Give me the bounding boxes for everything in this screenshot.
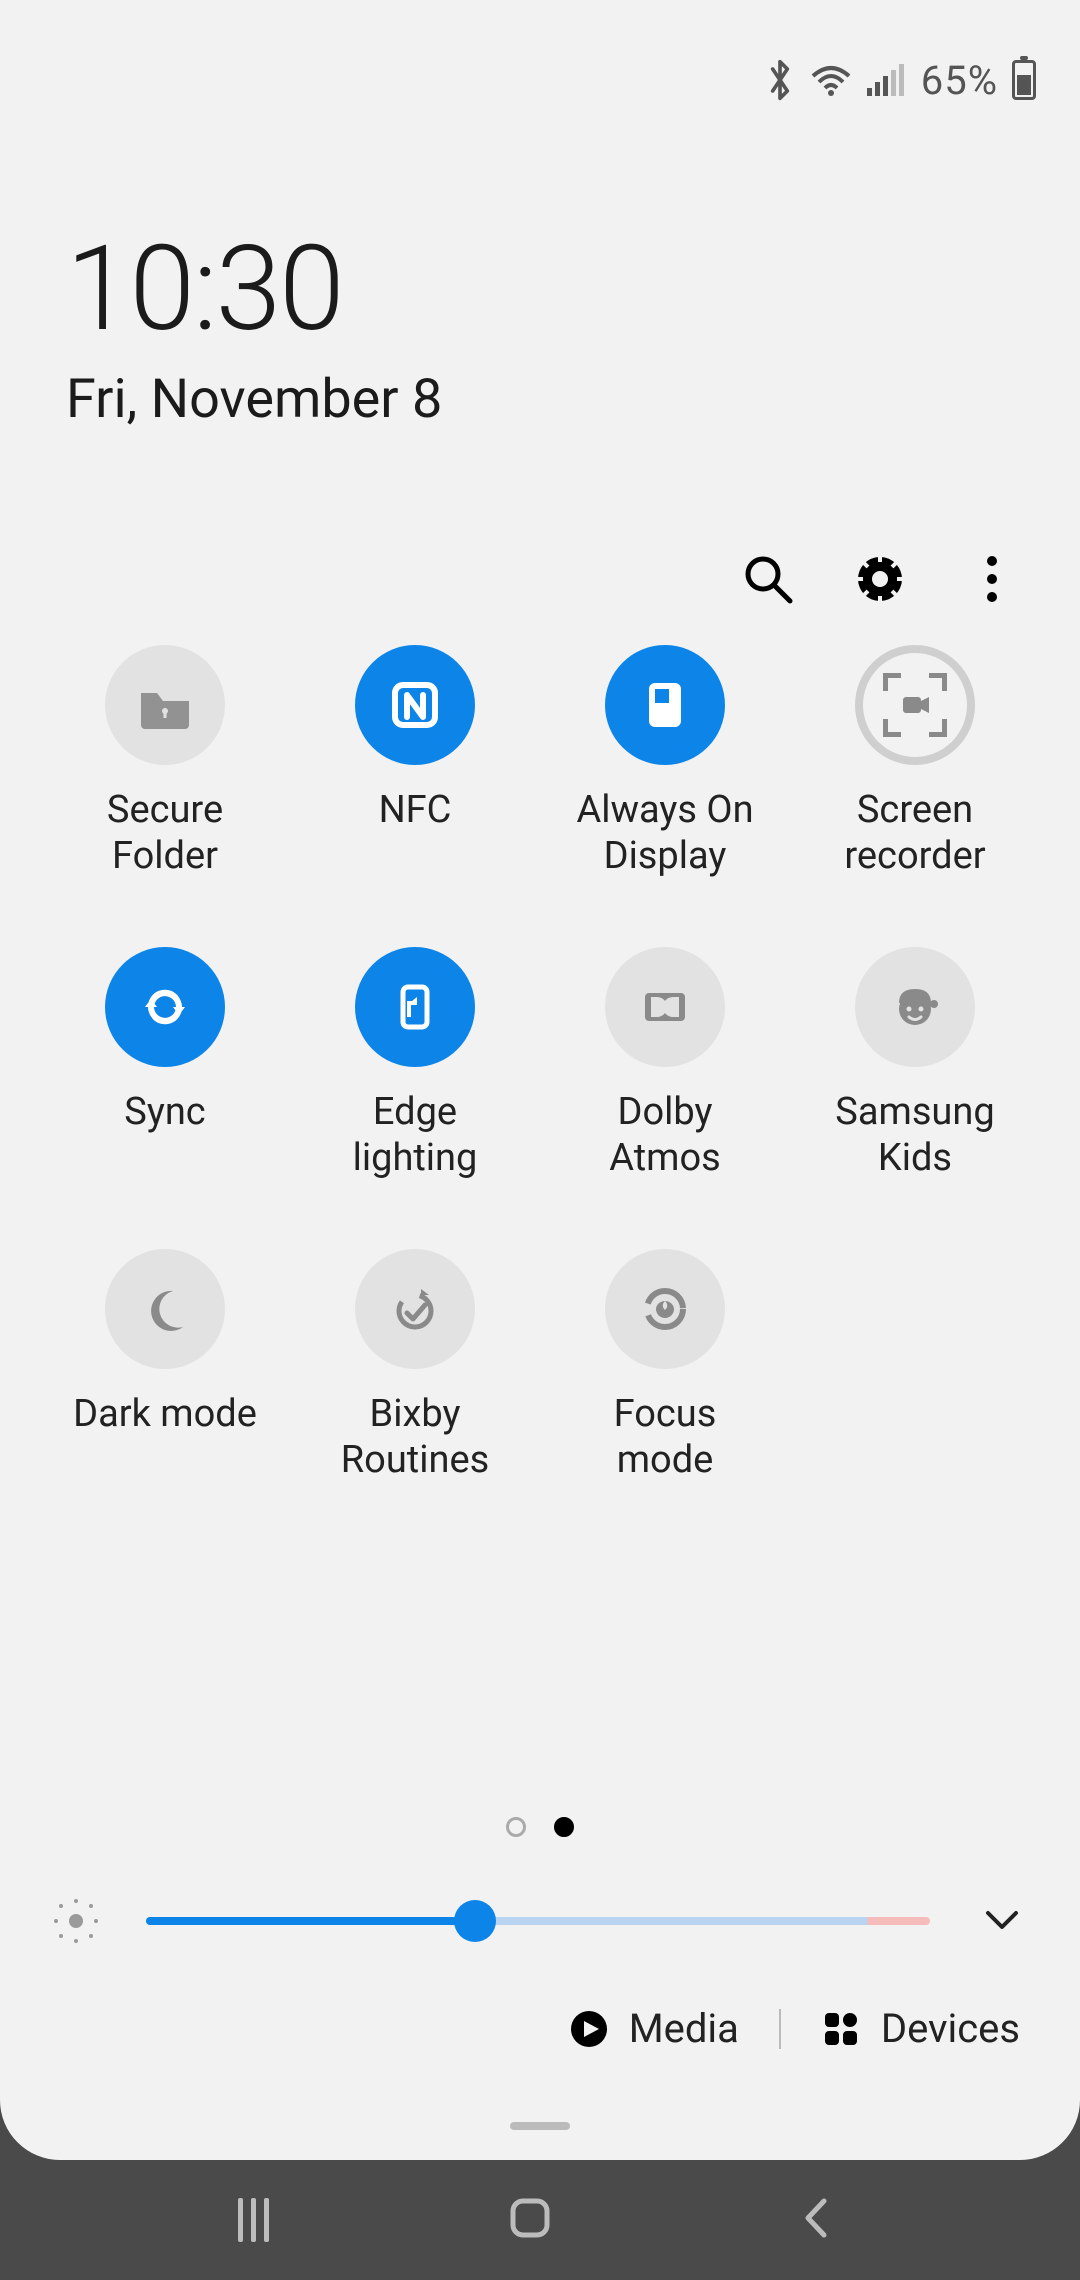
kids-icon <box>855 947 975 1067</box>
devices-label: Devices <box>881 2005 1020 2052</box>
quick-tiles-grid: Secure Folder NFC Always On Display Screen … <box>0 637 1080 1509</box>
screen-recorder-icon <box>855 645 975 765</box>
datetime-block[interactable]: 10:30 Fri, November 8 <box>0 160 1080 431</box>
tile-label: NFC <box>379 787 452 833</box>
battery-icon <box>1012 60 1036 100</box>
tile-label: Focus mode <box>614 1391 717 1484</box>
wifi-icon <box>809 62 853 98</box>
signal-icon <box>867 62 907 98</box>
nfc-icon <box>355 645 475 765</box>
back-button[interactable] <box>792 2193 842 2247</box>
tile-bixby[interactable]: Bixby Routines <box>290 1249 540 1509</box>
brightness-thumb[interactable] <box>454 1900 496 1942</box>
media-label: Media <box>629 2005 739 2052</box>
tile-label: Secure Folder <box>107 787 223 880</box>
play-circle-icon <box>569 2009 609 2049</box>
gear-icon <box>855 554 905 604</box>
system-nav-bar <box>0 2160 1080 2280</box>
recents-button[interactable] <box>238 2198 269 2242</box>
tile-sync[interactable]: Sync <box>40 947 290 1207</box>
tile-label: Samsung Kids <box>835 1089 994 1182</box>
bixby-icon <box>355 1249 475 1369</box>
brightness-slider[interactable] <box>146 1901 930 1941</box>
page-dot[interactable] <box>506 1817 526 1837</box>
focus-icon <box>605 1249 725 1369</box>
settings-button[interactable] <box>852 551 908 607</box>
page-indicator[interactable] <box>0 1817 1080 1897</box>
clock-time: 10:30 <box>66 220 1014 358</box>
dark-mode-icon <box>105 1249 225 1369</box>
tile-edge-lighting[interactable]: Edge lighting <box>290 947 540 1207</box>
recents-icon <box>238 2198 269 2242</box>
battery-text: 65% <box>921 57 998 104</box>
tile-kids[interactable]: Samsung Kids <box>790 947 1040 1207</box>
sync-icon <box>105 947 225 1067</box>
quick-settings-panel: 65% 10:30 Fri, November 8 Secure Folder N… <box>0 0 1080 2160</box>
more-button[interactable] <box>964 551 1020 607</box>
always-on-icon <box>605 645 725 765</box>
search-icon <box>742 553 794 605</box>
secure-folder-icon <box>105 645 225 765</box>
tile-label: Screen recorder <box>844 787 985 880</box>
tile-label: Bixby Routines <box>341 1391 489 1484</box>
edge-lighting-icon <box>355 947 475 1067</box>
tile-secure-folder[interactable]: Secure Folder <box>40 645 290 905</box>
tile-dolby[interactable]: Dolby Atmos <box>540 947 790 1207</box>
dolby-icon <box>605 947 725 1067</box>
status-bar: 65% <box>0 0 1080 160</box>
clock-date: Fri, November 8 <box>66 368 1014 431</box>
tile-always-on[interactable]: Always On Display <box>540 645 790 905</box>
tile-screen-recorder[interactable]: Screen recorder <box>790 645 1040 905</box>
search-button[interactable] <box>740 551 796 607</box>
panel-footer: Media Devices <box>0 2005 1080 2122</box>
more-icon <box>987 556 997 602</box>
tile-focus[interactable]: Focus mode <box>540 1249 790 1509</box>
bluetooth-icon <box>765 58 795 102</box>
tile-dark-mode[interactable]: Dark mode <box>40 1249 290 1509</box>
chevron-down-icon <box>980 1897 1024 1941</box>
tile-label: Always On Display <box>576 787 753 880</box>
devices-icon <box>821 2009 861 2049</box>
footer-separator <box>779 2009 781 2049</box>
page-dot[interactable] <box>554 1817 574 1837</box>
tile-label: Sync <box>124 1089 205 1135</box>
tile-label: Edge lighting <box>353 1089 478 1182</box>
tile-nfc[interactable]: NFC <box>290 645 540 905</box>
tile-label: Dolby Atmos <box>609 1089 721 1182</box>
brightness-expand-button[interactable] <box>980 1897 1024 1945</box>
brightness-row <box>0 1897 1080 2005</box>
brightness-icon <box>56 1901 96 1941</box>
home-icon <box>505 2193 555 2243</box>
home-button[interactable] <box>505 2193 555 2247</box>
tile-label: Dark mode <box>73 1391 257 1437</box>
back-icon <box>792 2193 842 2243</box>
devices-button[interactable]: Devices <box>821 2005 1020 2052</box>
media-button[interactable]: Media <box>569 2005 739 2052</box>
panel-toolbar <box>0 431 1080 637</box>
drag-handle[interactable] <box>510 2122 570 2130</box>
